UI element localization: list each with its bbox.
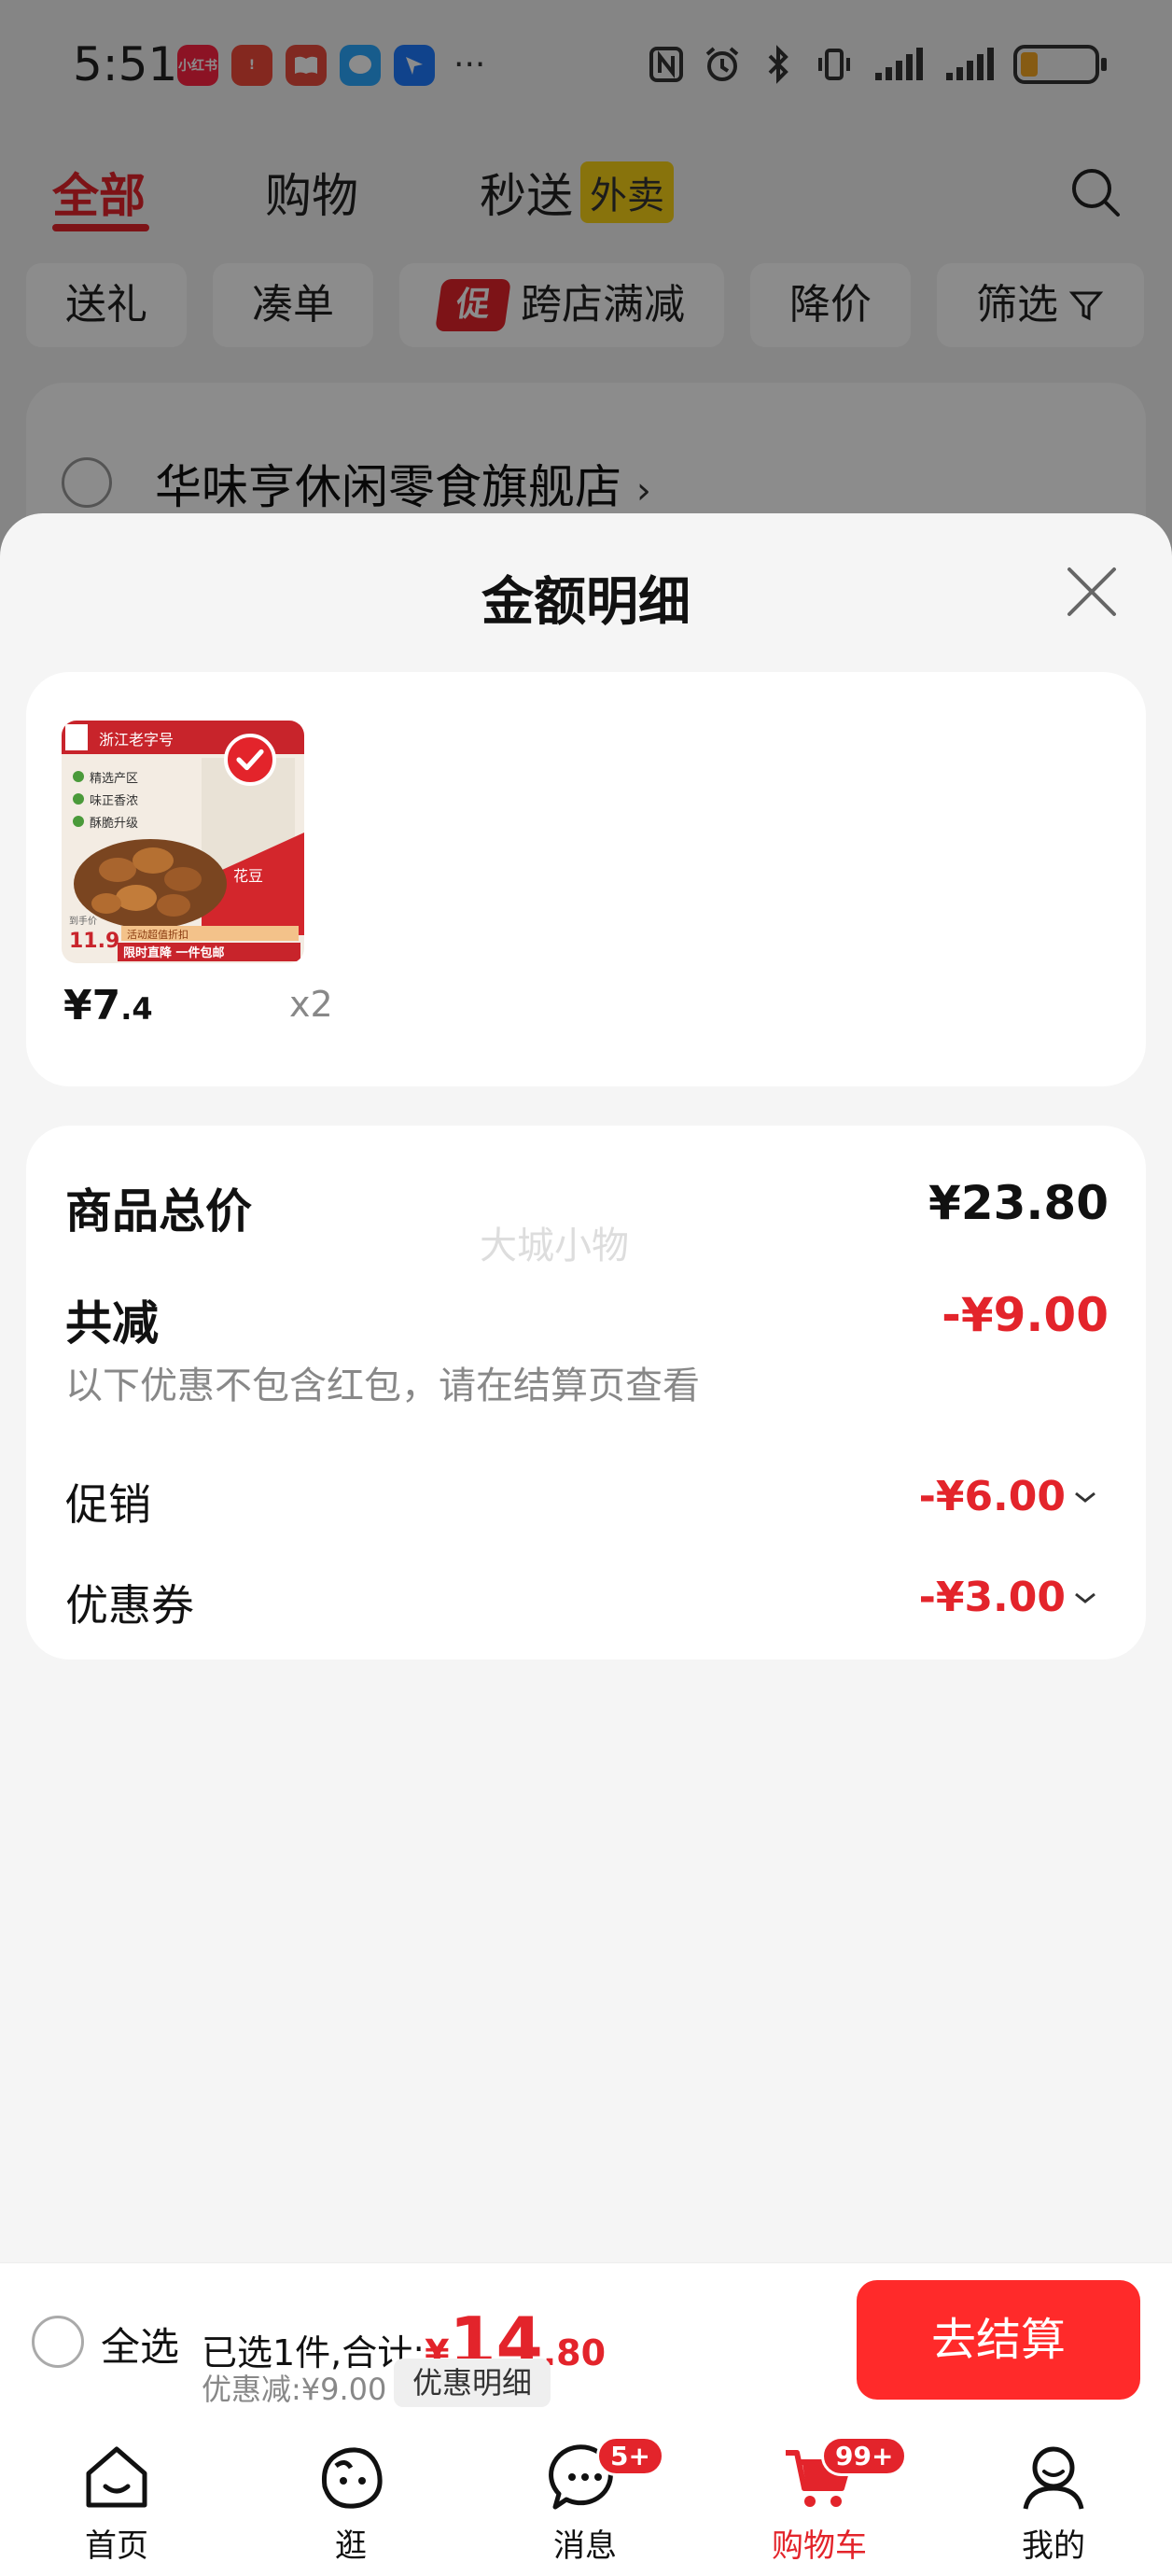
chevron-down-icon <box>1075 1491 1095 1503</box>
checkout-bar: 全选 已选1件,合计:¥14.80 优惠减:¥9.00 优惠明细 去结算 <box>0 2262 1172 2419</box>
tab-home[interactable]: 首页 <box>42 2429 191 2566</box>
coupon-value: -¥3.00 <box>918 1574 1066 1621</box>
discount-detail-button[interactable]: 优惠明细 <box>394 2359 551 2407</box>
tab-home-label: 首页 <box>85 2527 148 2565</box>
promotion-label: 促销 <box>65 1479 151 1530</box>
total-discount-label: 共减 <box>65 1296 159 1351</box>
tab-messages-label: 消息 <box>553 2527 617 2565</box>
product-image-name: 花豆 <box>233 867 263 885</box>
product-quantity: x2 <box>289 984 333 1025</box>
promotion-row[interactable]: -¥6.00 <box>919 1473 1097 1520</box>
total-price-value: ¥23.80 <box>928 1176 1109 1230</box>
checkout-button[interactable]: 去结算 <box>857 2280 1140 2400</box>
selected-check-icon[interactable] <box>224 734 276 786</box>
select-all-radio[interactable] <box>32 2316 84 2368</box>
tab-cart-label: 购物车 <box>772 2527 867 2565</box>
coupon-label: 优惠券 <box>65 1580 194 1631</box>
tab-cart[interactable]: 购物车 99+ <box>745 2429 908 2566</box>
tab-messages[interactable]: 消息 5+ <box>510 2429 664 2566</box>
watermark: 大城小物 <box>480 1225 629 1267</box>
product-image-bullet-1: 精选产区 <box>90 772 138 786</box>
discount-note: 以下优惠不包含红包，请在结算页查看 <box>65 1365 700 1407</box>
sheet-title: 金额明细 <box>481 572 691 633</box>
product-image-bullet-2: 味正香浓 <box>90 794 138 808</box>
price-summary-card: 大城小物 商品总价 ¥23.80 共减 -¥9.00 以下优惠不包含红包，请在结… <box>26 1126 1146 1659</box>
product-price-int: ¥7 <box>63 982 121 1029</box>
tab-me[interactable]: 我的 <box>979 2429 1128 2566</box>
browse-face-icon <box>321 2447 383 2509</box>
product-image-banner: 限时直降 一件包邮 <box>123 945 225 960</box>
cart-badge: 99+ <box>821 2436 908 2476</box>
home-icon <box>86 2446 147 2508</box>
total-discount-value: -¥9.00 <box>942 1288 1109 1342</box>
product-image-promo: 活动超值折扣 <box>127 928 188 941</box>
amount-detail-sheet: 金额明细 浙江老字号 精选产区 味正香浓 酥脆升级 花豆 到手价 11.9 活动… <box>0 513 1172 2263</box>
product-card: 浙江老字号 精选产区 味正香浓 酥脆升级 花豆 到手价 11.9 活动超值折扣 <box>26 672 1146 1086</box>
product-image-price: 11.9 <box>69 930 119 953</box>
bottom-tab-bar: 首页 逛 消息 5+ 购物车 99+ 我的 <box>0 2419 1172 2576</box>
promotion-value: -¥6.00 <box>918 1473 1066 1520</box>
messages-badge: 5+ <box>596 2436 664 2476</box>
product-price: ¥7.4 <box>63 982 153 1029</box>
tab-browse-label: 逛 <box>335 2527 367 2565</box>
tab-browse[interactable]: 逛 <box>276 2429 426 2566</box>
discount-text: 优惠减:¥9.00 <box>202 2372 387 2407</box>
profile-icon <box>1023 2446 1084 2510</box>
chevron-down-icon <box>1075 1592 1095 1603</box>
select-all-label[interactable]: 全选 <box>101 2316 179 2373</box>
total-amount-dec: .80 <box>542 2332 607 2373</box>
total-price-label: 商品总价 <box>65 1184 252 1239</box>
product-image-bullet-3: 酥脆升级 <box>90 816 138 831</box>
product-image-brand: 浙江老字号 <box>99 731 174 749</box>
tab-me-label: 我的 <box>1022 2527 1085 2565</box>
close-icon[interactable] <box>1064 564 1120 620</box>
coupon-row[interactable]: -¥3.00 <box>919 1574 1097 1621</box>
product-price-dec: .4 <box>120 991 153 1027</box>
product-image-price-label: 到手价 <box>69 915 97 927</box>
